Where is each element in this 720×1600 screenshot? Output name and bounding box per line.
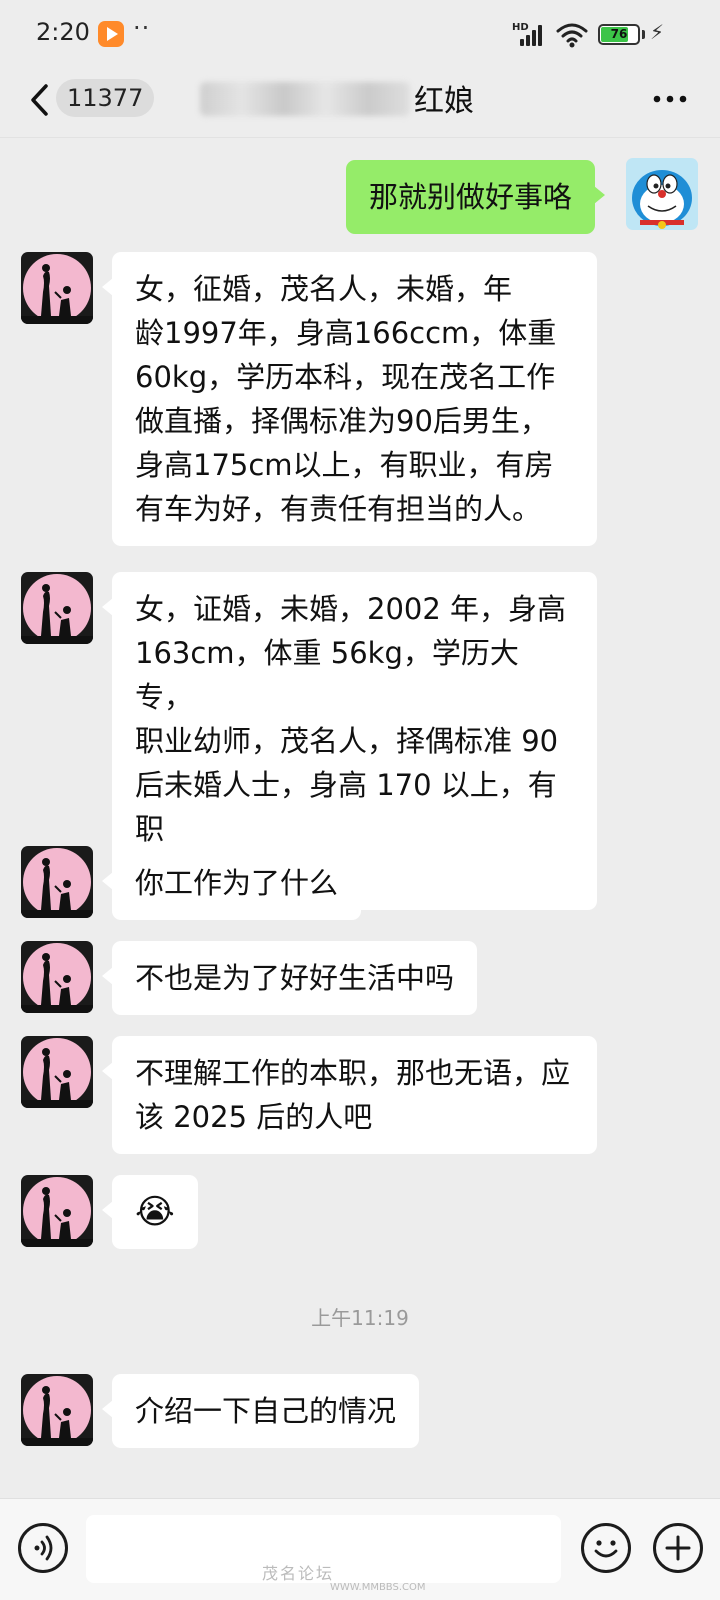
battery-cap [642, 30, 645, 39]
message-bubble[interactable]: 不也是为了好好生活中吗 [101, 941, 478, 1015]
message-bubble[interactable]: 那就别做好事咯 [345, 160, 606, 234]
matchmaker-avatar[interactable] [21, 941, 93, 1013]
message-bubble[interactable]: 你工作为了什么 [101, 846, 362, 920]
proposal-silhouette-avatar-icon [21, 252, 93, 324]
proposal-silhouette-avatar-icon [21, 941, 93, 1013]
unread-count-badge[interactable]: 11377 [56, 79, 155, 117]
status-indicators: HD 76 ⚡ [512, 20, 682, 50]
matchmaker-avatar[interactable] [21, 252, 93, 324]
emoji-button[interactable] [581, 1523, 631, 1573]
battery-percent: 76 [610, 27, 628, 41]
proposal-silhouette-avatar-icon [21, 572, 93, 644]
message-bubble[interactable]: 女，征婚，茂名人，未婚，年 龄1997年，身高166ccm，体重 60kg，学历… [102, 252, 597, 546]
chat-title-suffix: 红娘 [414, 84, 474, 119]
robot-cat-avatar-icon [626, 158, 698, 230]
proposal-silhouette-avatar-icon [21, 1374, 93, 1446]
watermark-url: WWW.MMBBS.COM [330, 1582, 426, 1593]
plus-button[interactable] [653, 1523, 703, 1573]
signal-icon [520, 24, 546, 46]
voice-button[interactable] [18, 1523, 68, 1573]
matchmaker-avatar[interactable] [21, 1175, 93, 1247]
proposal-silhouette-avatar-icon [21, 1036, 93, 1108]
battery-icon: 76 [598, 24, 640, 45]
watermark: 茂名论坛 [262, 1564, 335, 1583]
matchmaker-avatar[interactable] [21, 572, 93, 644]
plus-icon [665, 1535, 691, 1561]
more-icon[interactable] [650, 84, 690, 114]
time-divider: 上午11:19 [311, 1306, 409, 1330]
emoji-icon [594, 1540, 618, 1558]
emoji-message-bubble[interactable]: 😭 [102, 1175, 198, 1249]
message-bubble[interactable]: 介绍一下自己的情况 [101, 1374, 420, 1448]
voice-icon [34, 1535, 53, 1561]
charging-icon: ⚡ [650, 20, 665, 44]
status-time: 2:20 [36, 18, 90, 46]
notification-dots: ·· [133, 14, 151, 42]
message-bubble[interactable]: 不理解工作的本职，那也无语，应 该 2025 后的人吧 [102, 1036, 597, 1154]
my-avatar[interactable] [626, 158, 698, 230]
wifi-icon [556, 23, 588, 48]
status-bar: 2:20 ·· HD 76 ⚡ [0, 0, 720, 70]
matchmaker-avatar[interactable] [21, 846, 93, 918]
matchmaker-avatar[interactable] [21, 1036, 93, 1108]
back-arrow-icon[interactable] [26, 80, 56, 120]
chat-title: 红娘 [200, 76, 474, 120]
blurred-title-part [200, 82, 410, 116]
video-app-icon [98, 21, 124, 47]
proposal-silhouette-avatar-icon [21, 846, 93, 918]
chat-header: 11377 红娘 [0, 62, 720, 138]
matchmaker-avatar[interactable] [21, 1374, 93, 1446]
proposal-silhouette-avatar-icon [21, 1175, 93, 1247]
